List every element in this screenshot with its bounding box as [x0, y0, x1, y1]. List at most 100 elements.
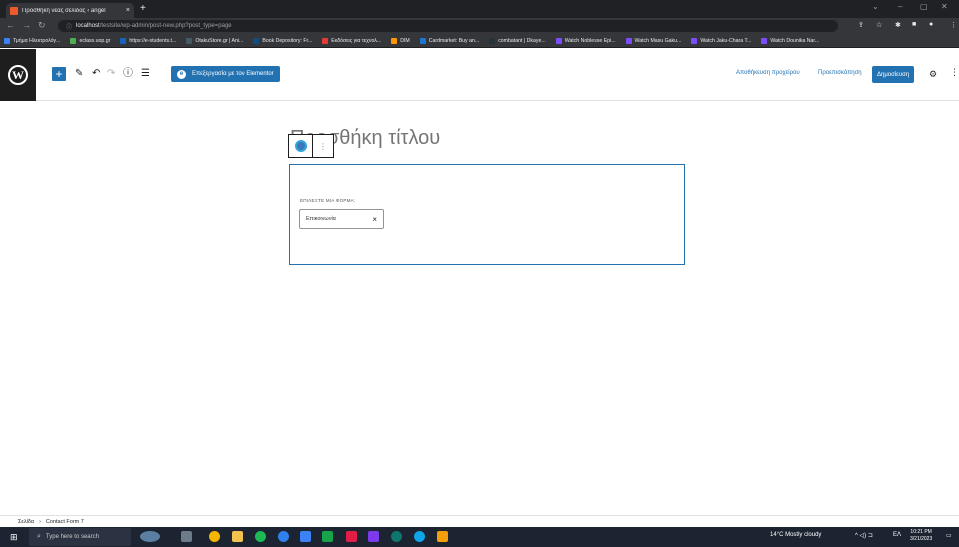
list-view-icon[interactable]: ☰: [141, 66, 150, 82]
bookmark-item[interactable]: Τμήμα Ηλεκτρολόγ...: [4, 37, 60, 44]
close-window-button[interactable]: ✕: [941, 2, 948, 11]
form-select-value: Επικοινωνία: [306, 216, 336, 222]
bookmark-favicon-icon: [70, 37, 77, 44]
app-purple-icon[interactable]: [368, 531, 379, 542]
bookmark-item[interactable]: eclass.uop.gr: [70, 37, 111, 44]
reload-icon[interactable]: ↻: [38, 20, 46, 31]
notifications-icon[interactable]: ▭: [946, 532, 952, 539]
bookmark-item[interactable]: Watch Jaku-Chara T...: [691, 37, 752, 44]
bookmark-favicon-icon: [120, 37, 127, 44]
weather-status[interactable]: 14°C Mostly cloudy: [770, 532, 821, 538]
bookmark-item[interactable]: Watch Masu Gaku...: [625, 37, 682, 44]
elementor-icon: e: [177, 69, 186, 79]
bookmark-label: Watch Jaku-Chara T...: [700, 37, 752, 44]
clock-date: 3/21/2023: [910, 536, 933, 542]
site-info-icon[interactable]: ⓘ: [66, 22, 72, 31]
weather-widget-icon[interactable]: [140, 531, 160, 542]
bookmark-favicon-icon: [4, 37, 10, 44]
app-blue-icon[interactable]: [414, 531, 425, 542]
search-icon: ⌕: [37, 533, 41, 540]
app-red-icon[interactable]: [346, 531, 357, 542]
extensions-icon[interactable]: ✱: [895, 21, 901, 29]
add-block-button[interactable]: +: [52, 67, 66, 81]
wordpress-logo-button[interactable]: W: [0, 49, 36, 101]
contact-form-7-block[interactable]: ΕΠΙΛΕΞΤΕ ΜΙΑ ΦΟΡΜΑ: Επικοινωνία ×: [289, 164, 685, 265]
taskbar-search[interactable]: ⌕ Type here to search: [29, 528, 131, 546]
forward-icon[interactable]: →: [22, 20, 31, 31]
tray-icons[interactable]: ^ ◁) ⊐: [855, 532, 873, 539]
bookmarks-bar: Τμήμα Ηλεκτρολόγ... eclass.uop.gr https:…: [0, 34, 959, 48]
pencil-tools-icon[interactable]: ✎: [75, 66, 83, 82]
app-orange-icon[interactable]: [437, 531, 448, 542]
file-explorer-icon[interactable]: [232, 531, 243, 542]
bookmark-favicon-icon: [489, 37, 496, 44]
new-tab-button[interactable]: +: [140, 3, 146, 15]
profile-avatar[interactable]: ●: [929, 21, 933, 28]
chrome-icon[interactable]: [209, 531, 220, 542]
undo-icon[interactable]: ↶: [92, 66, 100, 82]
form-select[interactable]: Επικοινωνία ×: [299, 209, 384, 229]
bookmark-favicon-icon: [253, 37, 260, 44]
windows-start-icon[interactable]: ⊞: [10, 532, 18, 543]
bookmark-item[interactable]: Cardmarket: Buy an...: [419, 37, 479, 44]
bookmark-star-icon[interactable]: ☆: [876, 21, 882, 29]
details-info-icon[interactable]: ⓘ: [123, 66, 133, 82]
browser-tab-title: Προσθήκη νέας σελίδας ‹ angel: [22, 7, 106, 14]
bookmark-label: combatant | Dkaye...: [498, 37, 546, 44]
save-draft-button[interactable]: Αποθήκευση προχείρου: [736, 70, 800, 76]
edit-with-elementor-button[interactable]: e Επεξεργασία με τον Elementor: [171, 66, 280, 82]
settings-gear-icon[interactable]: ⚙: [929, 69, 937, 80]
bookmark-label: eclass.uop.gr: [79, 37, 111, 44]
publish-button[interactable]: Δημοσίευση: [872, 66, 915, 83]
form-select-label: ΕΠΙΛΕΞΤΕ ΜΙΑ ΦΟΡΜΑ:: [300, 198, 356, 203]
bookmark-item[interactable]: OtakuStore.gr | Ani...: [186, 37, 244, 44]
bookmark-label: Watch Noblesse Epi...: [564, 37, 616, 44]
options-menu-icon[interactable]: ⋮: [950, 67, 959, 78]
block-options-icon[interactable]: ⋮: [313, 135, 333, 157]
tab-search-icon[interactable]: ⌄: [872, 2, 879, 11]
wordpress-logo-icon: W: [8, 65, 28, 85]
block-type-button[interactable]: [289, 135, 313, 157]
spotify-icon[interactable]: [255, 531, 266, 542]
breadcrumb-item-page[interactable]: Σελίδα: [18, 519, 34, 525]
side-panel-icon[interactable]: ■: [912, 21, 916, 28]
bookmark-item[interactable]: combatant | Dkaye...: [489, 37, 546, 44]
vscode-icon[interactable]: [300, 531, 311, 542]
close-tab-icon[interactable]: ×: [126, 7, 130, 14]
task-view-icon[interactable]: [181, 531, 192, 542]
bookmark-item[interactable]: Book Depository: Fr...: [253, 37, 312, 44]
language-indicator[interactable]: ΕΛ: [893, 532, 901, 538]
bookmark-item[interactable]: Watch Dounika Nar...: [761, 37, 819, 44]
edge-icon[interactable]: [278, 531, 289, 542]
block-toolbar: ⋮: [288, 134, 334, 158]
bookmark-favicon-icon: [625, 37, 632, 44]
minimize-button[interactable]: –: [898, 2, 902, 11]
bookmark-item[interactable]: Watch Noblesse Epi...: [555, 37, 616, 44]
bookmark-favicon-icon: [419, 37, 426, 44]
bookmark-label: Εκδόσεις για τεχνολ...: [331, 37, 382, 44]
back-icon[interactable]: ←: [6, 20, 15, 31]
bookmark-item[interactable]: DIM: [391, 37, 410, 44]
preview-button[interactable]: Προεπισκόπηση: [818, 70, 862, 76]
bookmark-label: OtakuStore.gr | Ani...: [195, 37, 244, 44]
contact-form-7-icon: [294, 140, 307, 152]
app-icon[interactable]: [322, 531, 333, 542]
address-bar[interactable]: ⓘ localhost /testsite/wp-admin/post-new.…: [58, 20, 838, 32]
clear-selection-icon[interactable]: ×: [372, 215, 377, 224]
bookmark-item[interactable]: Εκδόσεις για τεχνολ...: [322, 37, 382, 44]
bookmark-favicon-icon: [691, 37, 698, 44]
browser-menu-icon[interactable]: ⋮: [950, 21, 957, 29]
app-teal-icon[interactable]: [391, 531, 402, 542]
browser-tab[interactable]: Προσθήκη νέας σελίδας ‹ angel ×: [6, 3, 134, 18]
taskbar-clock[interactable]: 10:21 PM 3/21/2023: [910, 529, 932, 543]
bookmark-label: Watch Masu Gaku...: [634, 37, 682, 44]
bookmark-favicon-icon: [391, 37, 398, 44]
bookmark-item[interactable]: https://e-students.t...: [120, 37, 177, 44]
bookmark-label: https://e-students.t...: [129, 37, 177, 44]
breadcrumb-item-block[interactable]: Contact Form 7: [46, 519, 84, 525]
maximize-button[interactable]: ▢: [920, 2, 928, 11]
redo-icon[interactable]: ↷: [107, 66, 115, 82]
share-icon[interactable]: ⇪: [858, 21, 864, 29]
bookmark-favicon-icon: [555, 37, 562, 44]
bookmark-label: DIM: [400, 37, 410, 44]
